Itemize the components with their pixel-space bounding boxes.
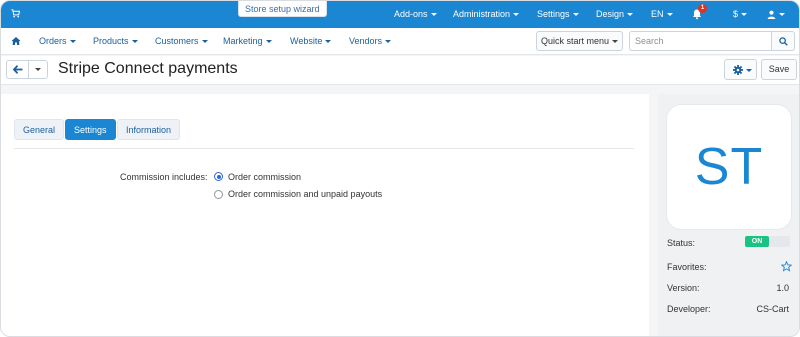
- nav-label: Marketing: [223, 36, 263, 46]
- tabs-divider: [14, 148, 634, 149]
- nav-label: Orders: [39, 36, 67, 46]
- caret-down-icon: [201, 40, 208, 44]
- menu-currency[interactable]: $: [733, 1, 748, 28]
- menu-label: EN: [651, 9, 664, 19]
- caret-down-icon: [69, 40, 76, 44]
- menu-settings[interactable]: Settings: [537, 1, 579, 28]
- caret-down-icon: [666, 13, 673, 17]
- status-toggle[interactable]: ON: [745, 236, 790, 247]
- menu-design[interactable]: Design: [596, 1, 634, 28]
- top-bar: Store setup wizard Add-ons Administratio…: [1, 1, 799, 28]
- favorites-label: Favorites:: [667, 262, 707, 272]
- nav-website[interactable]: Website: [290, 28, 332, 55]
- menu-label: Design: [596, 9, 625, 19]
- nav-orders[interactable]: Orders: [39, 28, 76, 55]
- caret-down-icon: [325, 40, 332, 44]
- status-label: Status:: [667, 238, 696, 248]
- tab-general[interactable]: General: [14, 119, 65, 140]
- quick-start-label: Quick start menu: [540, 36, 610, 46]
- radio-label-order-commission-unpaid-payouts[interactable]: Order commission and unpaid payouts: [228, 189, 382, 199]
- radio-order-commission-unpaid-payouts[interactable]: [214, 190, 223, 199]
- nav-label: Products: [93, 36, 129, 46]
- caret-down-icon: [385, 40, 392, 44]
- menu-label: Settings: [537, 9, 570, 19]
- nav-marketing[interactable]: Marketing: [223, 28, 272, 55]
- cart-icon[interactable]: [11, 9, 20, 18]
- caret-down-icon: [513, 13, 520, 17]
- caret-down-icon: [131, 40, 138, 44]
- menu-language[interactable]: EN: [651, 1, 673, 28]
- star-icon[interactable]: [781, 261, 792, 272]
- menu-administration[interactable]: Administration: [453, 1, 520, 28]
- nav-customers[interactable]: Customers: [155, 28, 208, 55]
- status-toggle-on: ON: [745, 236, 769, 247]
- app-window: Store setup wizard Add-ons Administratio…: [0, 0, 800, 337]
- caret-down-icon: [746, 69, 752, 72]
- version-value: 1.0: [776, 283, 789, 293]
- developer-value: CS-Cart: [756, 304, 789, 314]
- nav-vendors[interactable]: Vendors: [349, 28, 392, 55]
- store-setup-wizard-button[interactable]: Store setup wizard: [238, 1, 327, 17]
- caret-down-icon: [741, 13, 748, 17]
- quick-start-menu-button[interactable]: Quick start menu: [536, 31, 623, 51]
- nav-label: Customers: [155, 36, 199, 46]
- radio-order-commission[interactable]: [214, 172, 223, 181]
- commission-includes-label: Commission includes:: [120, 172, 208, 182]
- nav-label: Vendors: [349, 36, 383, 46]
- caret-down-icon: [265, 40, 272, 44]
- addon-logo: ST: [667, 105, 791, 229]
- search-button[interactable]: [771, 31, 795, 51]
- caret-down-icon: [779, 13, 785, 17]
- gear-icon: [733, 65, 743, 75]
- history-dropdown-button[interactable]: [29, 60, 48, 79]
- search-icon: [779, 37, 788, 46]
- developer-label: Developer:: [667, 304, 711, 314]
- tab-settings[interactable]: Settings: [65, 119, 116, 140]
- menu-label: Administration: [453, 9, 511, 19]
- tab-information[interactable]: Information: [117, 119, 181, 140]
- caret-down-icon: [35, 68, 41, 71]
- nav-label: Website: [290, 36, 323, 46]
- user-menu[interactable]: [767, 1, 785, 28]
- menu-label: Add-ons: [394, 9, 428, 19]
- caret-down-icon: [430, 13, 437, 17]
- menu-addons[interactable]: Add-ons: [394, 1, 437, 28]
- user-icon: [767, 10, 776, 20]
- back-button[interactable]: [6, 60, 29, 79]
- home-icon[interactable]: [11, 36, 21, 46]
- settings-dropdown-button[interactable]: [724, 59, 757, 80]
- caret-down-icon: [572, 13, 579, 17]
- notification-badge: 1: [698, 4, 707, 13]
- save-button[interactable]: Save: [761, 59, 797, 80]
- arrow-left-icon: [13, 65, 23, 74]
- nav-products[interactable]: Products: [93, 28, 138, 55]
- search-input[interactable]: [629, 31, 771, 51]
- radio-label-order-commission[interactable]: Order commission: [228, 172, 301, 182]
- caret-down-icon: [627, 13, 634, 17]
- menu-label: $: [733, 9, 739, 19]
- caret-down-icon: [612, 40, 619, 44]
- version-label: Version:: [667, 283, 700, 293]
- page-title: Stripe Connect payments: [58, 60, 238, 77]
